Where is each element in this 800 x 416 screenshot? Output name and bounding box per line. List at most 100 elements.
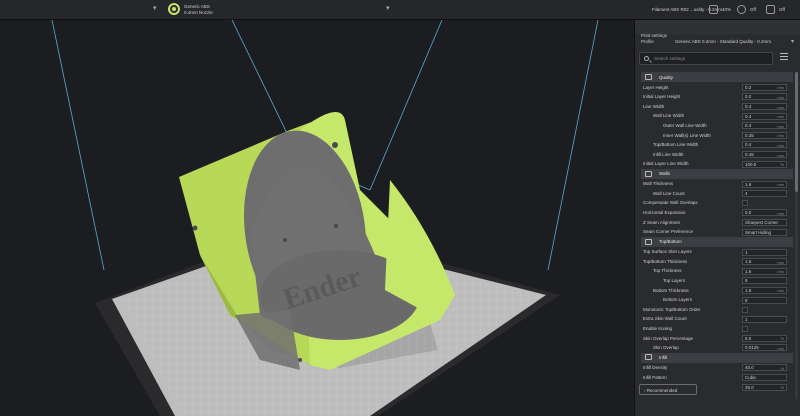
setting-value-field[interactable]: 0.45 mm	[742, 151, 787, 159]
setting-label: Monotonic Top/Bottom Order	[643, 306, 701, 312]
setting-value-field[interactable]: 5.0%	[742, 334, 787, 342]
setting-checkbox[interactable]	[742, 200, 748, 207]
menu-icon[interactable]	[780, 53, 788, 63]
setting-value-field[interactable]: 0.2 mm	[742, 83, 787, 91]
setting-unit: mm	[777, 345, 784, 351]
setting-unit: mm	[777, 114, 784, 120]
category-label: Infill	[659, 355, 668, 361]
setting-unit: mm	[777, 259, 784, 265]
setting-value-field[interactable]: 100.0%	[742, 160, 787, 168]
setting-value-field[interactable]: 40.0%	[742, 364, 787, 372]
scrollbar[interactable]	[795, 72, 798, 399]
setting-label: Initial Layer Height	[643, 94, 681, 100]
setting-value-field[interactable]: 0.0 mm	[742, 209, 787, 217]
panel-header: Print settings	[635, 20, 800, 38]
scene-canvas[interactable]: Ender	[0, 20, 634, 416]
setting-label: Wall Thickness	[643, 181, 674, 187]
support-icon[interactable]	[709, 5, 718, 14]
category-label: Top/Bottom	[659, 239, 682, 245]
chevron-down-icon[interactable]: ▾	[153, 4, 157, 12]
settings-list[interactable]: Quality Layer Height 0.2 mm Initial Layer He…	[641, 72, 793, 399]
category-label: Walls	[659, 171, 670, 177]
category-header[interactable]: Quality	[641, 72, 793, 82]
setting-value: 1.6	[745, 181, 752, 187]
profile-selector[interactable]: Profile Generic ABS 0.2mm - Standard Qua…	[635, 34, 800, 50]
setting-value-field[interactable]: 0.4 mm	[742, 103, 787, 111]
setting-value-field[interactable]: 0.4 mm	[742, 141, 787, 149]
setting-value-field[interactable]: 25.0%	[742, 383, 787, 391]
search-row: Search settings	[639, 52, 796, 68]
setting-unit: %	[780, 336, 784, 342]
category-header[interactable]: Infill	[641, 352, 793, 363]
category-header[interactable]: Top/Bottom	[641, 237, 793, 247]
setting-value-field[interactable]: 1.6 mm	[742, 267, 787, 275]
setting-value-field[interactable]: 1.6 mm	[742, 258, 787, 266]
setting-value-field[interactable]: Smart Hiding	[742, 228, 787, 236]
setting-value: 0.35	[745, 132, 754, 138]
infill-icon	[645, 354, 652, 361]
setting-value-field[interactable]: 0.4 mm	[742, 122, 787, 130]
setting-value-field[interactable]: 8	[742, 277, 787, 285]
setting-label: Top/Bottom Thickness	[643, 258, 688, 264]
setting-checkbox[interactable]	[742, 306, 748, 313]
setting-label: Layer Height	[643, 84, 669, 90]
setting-value-field[interactable]: Cubic	[742, 374, 787, 382]
chevron-down-icon[interactable]: ▾	[386, 4, 390, 12]
setting-row: Bottom Layers 8	[641, 295, 793, 305]
setting-value-field[interactable]: Sharpest Corner	[742, 218, 787, 226]
support-value: 40%	[722, 7, 732, 12]
setting-value: 0.4	[745, 123, 752, 129]
setting-value: 100.0	[745, 161, 757, 167]
printer-name[interactable]: Generic ABS	[184, 4, 210, 10]
setting-value: 0.45	[745, 152, 754, 158]
setting-label: Top/Bottom Line Width	[653, 142, 699, 148]
setting-row: Horizontal Expansion 0.0 mm	[641, 208, 793, 218]
setting-label: Seam Corner Preference	[643, 229, 694, 235]
setting-label: Outer Wall Line Width	[663, 122, 707, 128]
download-icon[interactable]	[766, 5, 775, 14]
setting-row: Infill Pattern Cubic	[641, 373, 793, 383]
setting-row: Bottom Thickness 1.6 mm	[641, 285, 793, 295]
setting-row: Z Seam Alignment Sharpest Corner	[641, 217, 793, 227]
setting-row: Initial Layer Line Width 100.0%	[641, 159, 793, 169]
setting-value-field[interactable]: 0.35 mm	[742, 131, 787, 139]
setting-value-field[interactable]: 1.6 mm	[742, 286, 787, 294]
setting-value-field[interactable]: 1	[742, 248, 787, 256]
chevron-down-icon[interactable]: ▾	[791, 38, 794, 45]
adhesion-icon[interactable]	[737, 5, 746, 14]
adhesion-value: Off	[750, 7, 756, 12]
setting-label: Wall Line Width	[653, 113, 685, 119]
setting-row: Monotonic Top/Bottom Order	[641, 305, 793, 315]
category-header[interactable]: Walls	[641, 169, 793, 179]
setting-row: Inner Wall(s) Line Width 0.35 mm	[641, 130, 793, 140]
scrollbar-thumb[interactable]	[795, 72, 798, 192]
setting-value: Cubic	[745, 375, 757, 381]
profile-value[interactable]: Generic ABS 0.2mm - Standard Quality - 0…	[675, 39, 771, 45]
setting-row: Wall Line Count 4	[641, 189, 793, 199]
setting-value-field[interactable]: 1.6 mm	[742, 180, 787, 188]
setting-value-field[interactable]: 0.4 mm	[742, 112, 787, 120]
setting-unit: mm	[777, 104, 784, 110]
setting-value-field[interactable]: 4	[742, 190, 787, 198]
setting-value-field[interactable]: 0.2 mm	[742, 93, 787, 101]
setting-value-field[interactable]: 1	[742, 315, 787, 323]
setting-label: Infill Pattern	[643, 374, 667, 380]
setting-checkbox[interactable]	[742, 325, 748, 332]
setting-label: Skin Overlap	[653, 345, 679, 351]
printer-icon[interactable]	[168, 3, 180, 15]
search-input[interactable]: Search settings	[639, 52, 773, 65]
recommended-button[interactable]: ‹ Recommended	[639, 384, 697, 395]
setting-value: 1	[745, 249, 748, 255]
extra-value: Off	[779, 7, 785, 12]
setting-row: Wall Thickness 1.6 mm	[641, 179, 793, 189]
nozzle-size[interactable]: 0.4mm Nozzle	[184, 10, 213, 16]
setting-row: Skin Overlap 0.0125 mm	[641, 343, 793, 353]
setting-value-field[interactable]: 8	[742, 296, 787, 304]
quality-icon	[645, 73, 652, 80]
setting-unit: mm	[777, 142, 784, 148]
setting-row: Top Layers 8	[641, 276, 793, 286]
setting-label: Top Thickness	[653, 268, 682, 274]
3d-viewport[interactable]: Ender	[0, 20, 634, 416]
walls-icon	[645, 170, 652, 177]
setting-value-field[interactable]: 0.0125 mm	[742, 344, 787, 352]
